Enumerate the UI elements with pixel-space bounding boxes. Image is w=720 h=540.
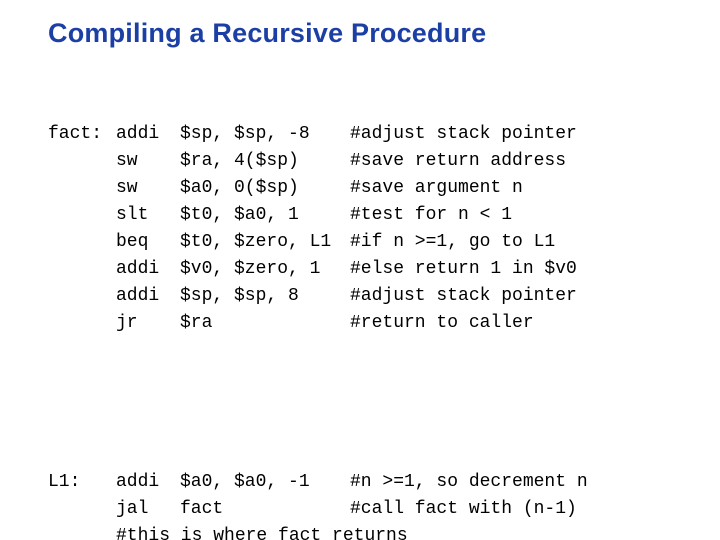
code-opcode: addi: [116, 283, 180, 310]
slide: Compiling a Recursive Procedure fact:add…: [0, 0, 720, 540]
code-args: $v0, $zero, 1: [180, 256, 350, 283]
code-opcode: addi: [116, 121, 180, 148]
code-opcode: addi: [116, 469, 180, 496]
code-args: $t0, $a0, 1: [180, 202, 350, 229]
code-comment: #return to caller: [350, 310, 534, 337]
code-comment: #n >=1, so decrement n: [350, 469, 588, 496]
code-args: $sp, $sp, -8: [180, 121, 350, 148]
slide-title: Compiling a Recursive Procedure: [48, 18, 692, 49]
code-line: L1:addi$a0, $a0, -1#n >=1, so decrement …: [48, 469, 692, 496]
code-opcode: sw: [116, 175, 180, 202]
code-line: #this is where fact returns: [48, 523, 692, 540]
code-line: jalfact#call fact with (n-1): [48, 496, 692, 523]
code-args: $a0, 0($sp): [180, 175, 350, 202]
code-args: $t0, $zero, L1: [180, 229, 350, 256]
code-opcode: jr: [116, 310, 180, 337]
code-opcode: slt: [116, 202, 180, 229]
code-opcode: jal: [116, 496, 180, 523]
code-line: fact:addi$sp, $sp, -8#adjust stack point…: [48, 121, 692, 148]
code-label: fact:: [48, 121, 116, 148]
code-block-1: fact:addi$sp, $sp, -8#adjust stack point…: [48, 67, 692, 415]
code-comment-line: #this is where fact returns: [116, 523, 408, 540]
code-opcode: addi: [116, 256, 180, 283]
code-comment: #else return 1 in $v0: [350, 256, 577, 283]
code-opcode: beq: [116, 229, 180, 256]
code-comment: #test for n < 1: [350, 202, 512, 229]
code-line: jr$ra#return to caller: [48, 310, 692, 337]
code-opcode: sw: [116, 148, 180, 175]
code-comment: #if n >=1, go to L1: [350, 229, 555, 256]
code-label: L1:: [48, 469, 116, 496]
code-block-2: L1:addi$a0, $a0, -1#n >=1, so decrement …: [48, 415, 692, 540]
code-args: $a0, $a0, -1: [180, 469, 350, 496]
code-line: sw$ra, 4($sp)#save return address: [48, 148, 692, 175]
code-args: fact: [180, 496, 350, 523]
code-line: slt$t0, $a0, 1#test for n < 1: [48, 202, 692, 229]
code-comment: #save return address: [350, 148, 566, 175]
code-comment: #adjust stack pointer: [350, 121, 577, 148]
code-line: addi$v0, $zero, 1#else return 1 in $v0: [48, 256, 692, 283]
code-comment: #call fact with (n-1): [350, 496, 577, 523]
code-line: addi$sp, $sp, 8#adjust stack pointer: [48, 283, 692, 310]
code-args: $sp, $sp, 8: [180, 283, 350, 310]
code-args: $ra: [180, 310, 350, 337]
code-line: sw$a0, 0($sp)#save argument n: [48, 175, 692, 202]
code-comment: #adjust stack pointer: [350, 283, 577, 310]
code-comment: #save argument n: [350, 175, 523, 202]
code-line: beq$t0, $zero, L1#if n >=1, go to L1: [48, 229, 692, 256]
code-args: $ra, 4($sp): [180, 148, 350, 175]
